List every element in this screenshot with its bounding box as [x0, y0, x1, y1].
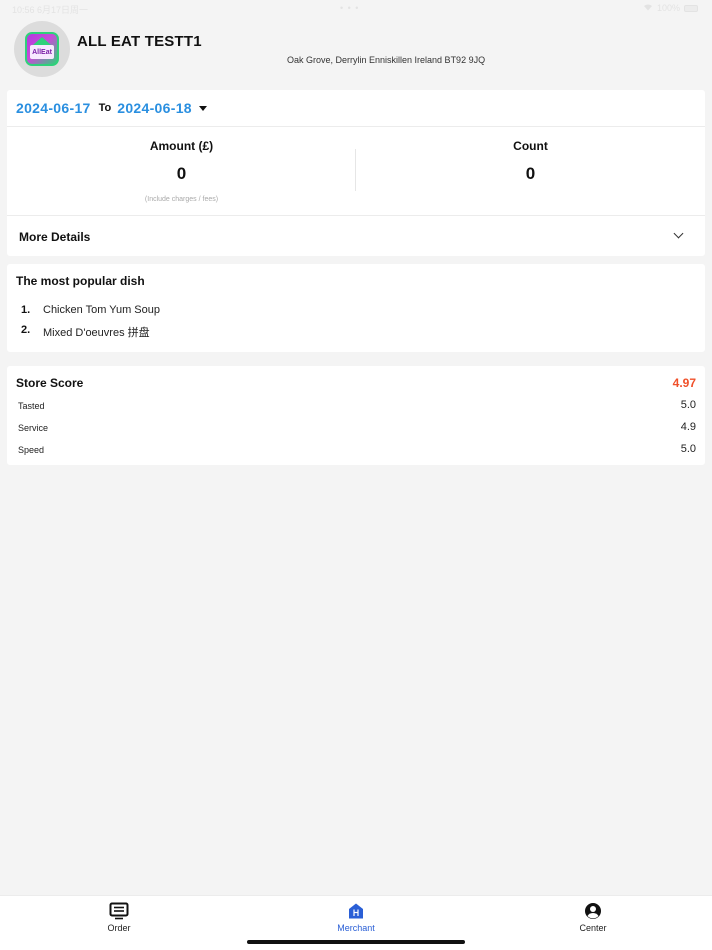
status-time: 10:56 6月17日周一 [12, 5, 89, 15]
logo-text: AllEat [30, 45, 54, 59]
merchant-store-icon [346, 902, 366, 920]
battery-icon [684, 4, 698, 12]
count-value: 0 [525, 164, 536, 183]
caret-down-icon[interactable] [198, 105, 207, 111]
store-score-title: Store Score [16, 376, 84, 390]
wifi-icon [643, 3, 653, 13]
home-indicator[interactable] [247, 940, 465, 944]
status-bar: 10:56 6月17日周一 • • • 100% [0, 0, 712, 16]
count-label: Count [513, 139, 548, 153]
more-details-toggle[interactable]: More Details [7, 216, 705, 256]
user-center-icon [583, 902, 603, 920]
score-row-speed: Speed 5.0 [7, 443, 705, 459]
count-stat: Count 0 [356, 127, 705, 216]
more-details-label: More Details [19, 230, 91, 244]
list-item: 2. Mixed D'oeuvres 拼盘 [21, 324, 150, 340]
score-row-tasted: Tasted 5.0 [7, 399, 705, 415]
score-label: Service [18, 423, 49, 433]
dish-rank: 1. [21, 304, 31, 316]
score-label: Speed [18, 445, 45, 455]
date-to[interactable]: 2024-06-18 [117, 100, 192, 116]
score-value: 4.9 [680, 421, 696, 433]
store-header: AllEat ALL EAT TESTT1 Oak Grove, Derryli… [0, 18, 712, 88]
summary-card: 2024-06-17 To 2024-06-18 Amount (£) 0 (I… [7, 90, 705, 256]
tab-label: Merchant [337, 923, 375, 933]
order-list-icon [109, 902, 129, 920]
amount-value: 0 [176, 164, 187, 183]
store-score-card: Store Score 4.97 Tasted 5.0 Service 4.9 … [7, 366, 705, 465]
status-right: 100% [643, 3, 698, 13]
date-range-picker[interactable]: 2024-06-17 To 2024-06-18 [7, 90, 705, 127]
tab-label: Center [579, 923, 607, 933]
merchant-page: 10:56 6月17日周一 • • • 100% AllEat ALL EAT … [0, 0, 712, 950]
chevron-down-icon[interactable] [673, 228, 684, 239]
store-address: Oak Grove, Derrylin Enniskillen Ireland … [287, 55, 486, 65]
score-value: 5.0 [680, 399, 696, 411]
score-value: 5.0 [680, 443, 696, 455]
list-item: 1. Chicken Tom Yum Soup [21, 304, 160, 316]
dish-name: Chicken Tom Yum Soup [43, 304, 160, 316]
store-score-total: 4.97 [672, 376, 696, 390]
dish-name: Mixed D'oeuvres 拼盘 [43, 327, 150, 339]
battery-percent: 100% [656, 3, 680, 13]
dish-rank: 2. [21, 324, 31, 336]
tab-center[interactable]: Center [543, 896, 643, 936]
amount-label: Amount (£) [149, 139, 214, 153]
amount-stat: Amount (£) 0 (Include charges / fees) [7, 127, 356, 216]
store-logo-icon: AllEat [25, 32, 59, 66]
popular-dish-title: The most popular dish [16, 274, 145, 288]
multitask-dots: • • • [340, 3, 360, 13]
date-to-label: To [98, 102, 112, 114]
tab-label: Order [107, 923, 131, 933]
stats-section: Amount (£) 0 (Include charges / fees) Co… [7, 127, 705, 216]
score-label: Tasted [18, 401, 45, 411]
popular-dish-card: The most popular dish 1. Chicken Tom Yum… [7, 264, 705, 352]
amount-note: (Include charges / fees) [144, 196, 219, 203]
store-name: ALL EAT TESTT1 [77, 33, 202, 50]
tab-order[interactable]: Order [69, 896, 169, 936]
score-row-service: Service 4.9 [7, 421, 705, 437]
store-avatar[interactable]: AllEat [14, 21, 70, 77]
tab-merchant[interactable]: Merchant [306, 896, 406, 936]
date-from[interactable]: 2024-06-17 [16, 100, 91, 116]
